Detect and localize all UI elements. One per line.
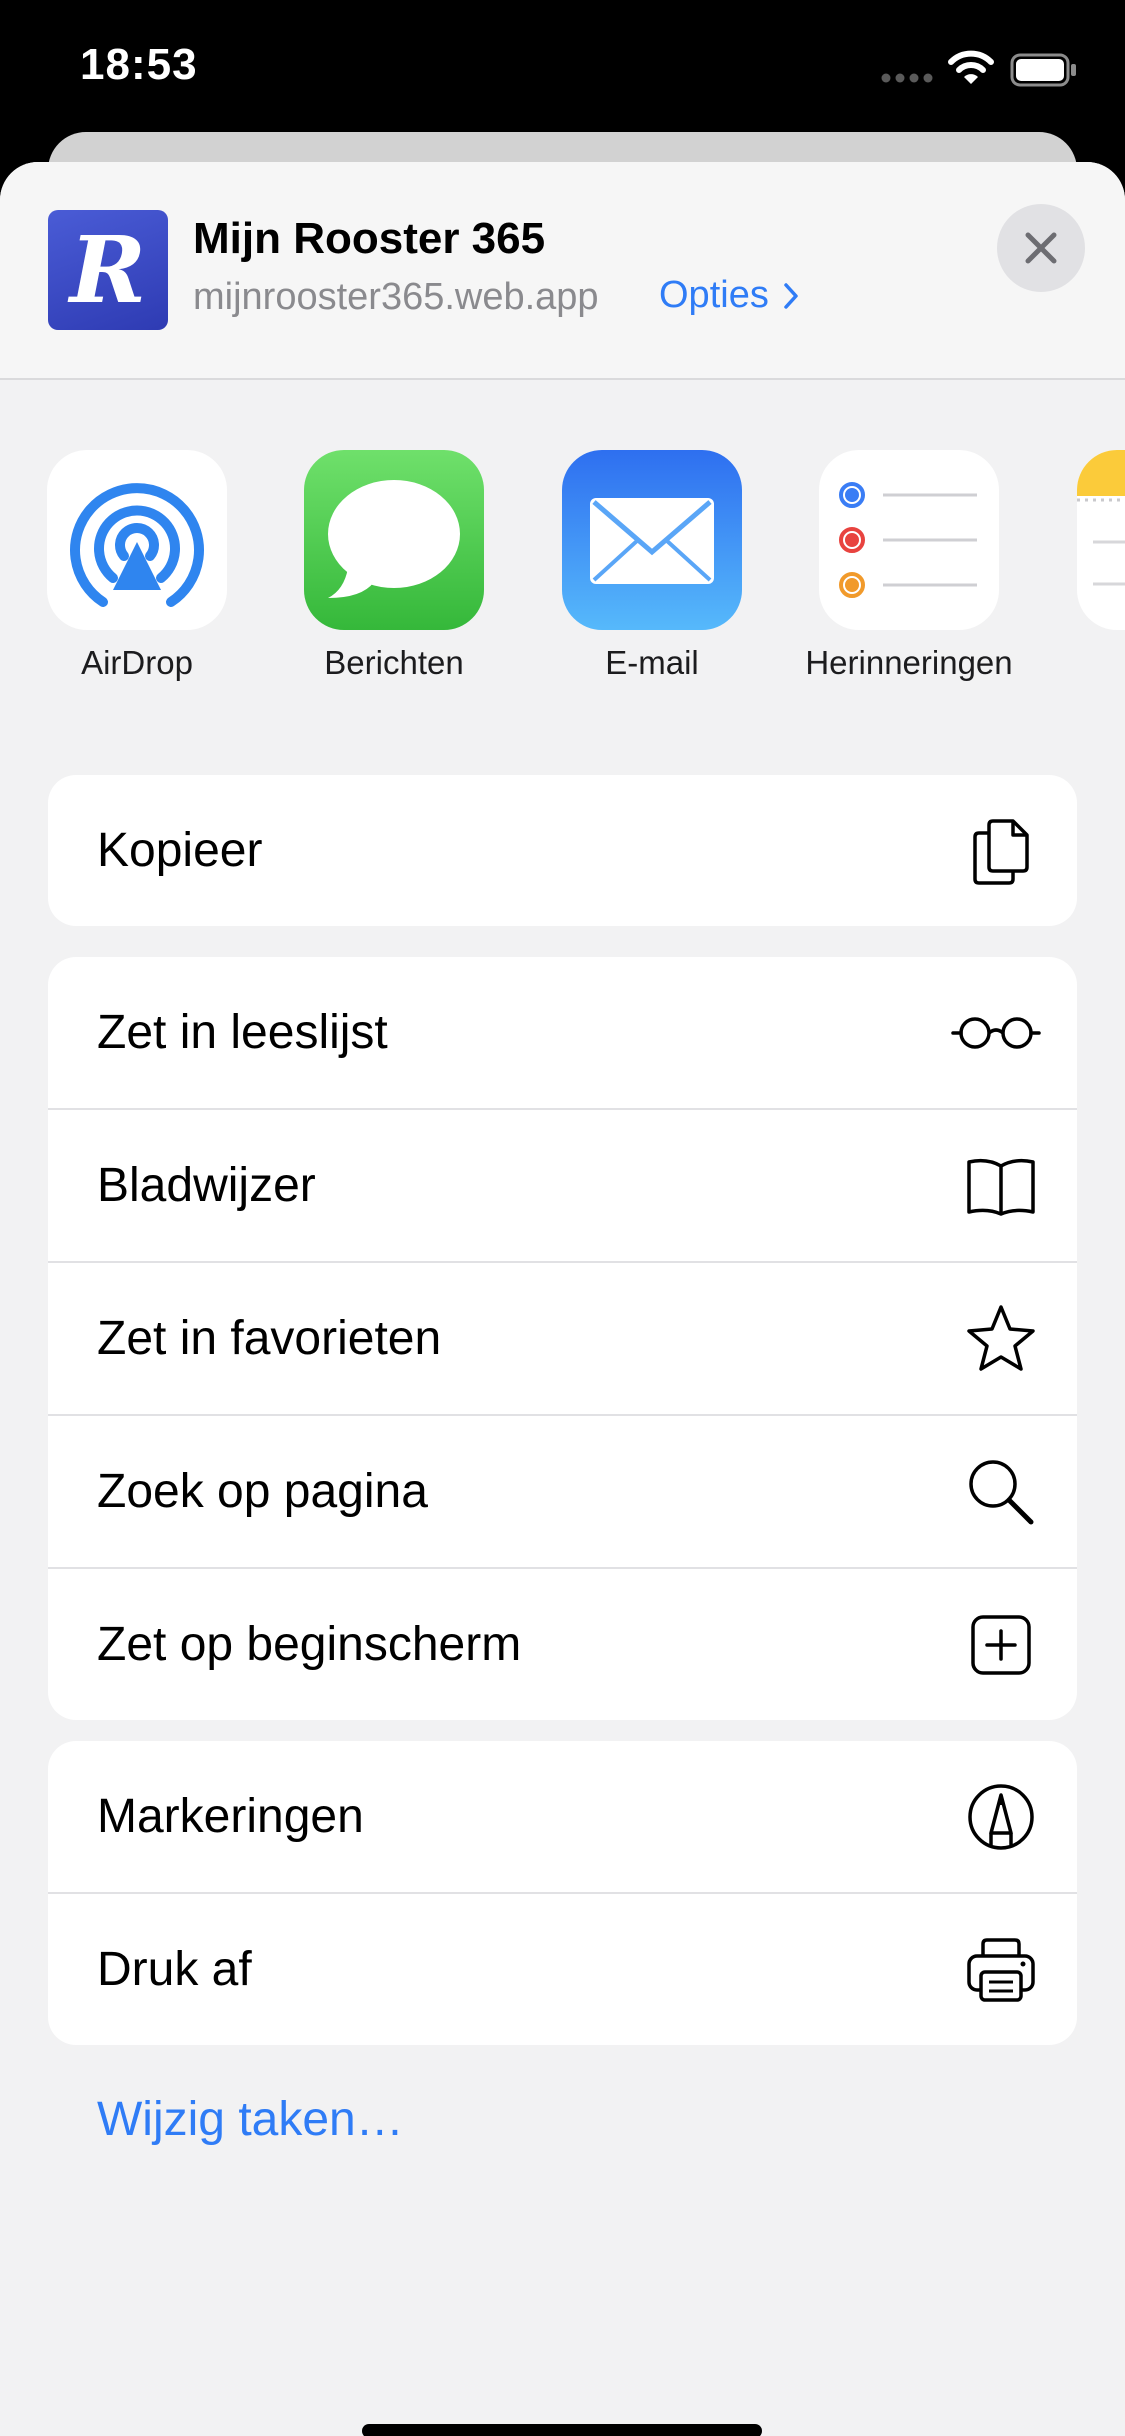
action-print[interactable]: Druk af xyxy=(48,1894,1077,2045)
chevron-right-icon xyxy=(784,282,798,309)
reminders-icon xyxy=(819,450,999,630)
action-markup[interactable]: Markeringen xyxy=(48,1741,1077,1894)
action-label: Zet op beginscherm xyxy=(97,1618,522,1671)
cellular-signal-icon xyxy=(881,73,933,83)
action-reading-list[interactable]: Zet in leeslijst xyxy=(48,957,1077,1110)
wifi-icon xyxy=(948,50,994,84)
action-label: Zet in leeslijst xyxy=(97,1006,388,1059)
markup-icon xyxy=(968,1784,1034,1850)
page-title: Mijn Rooster 365 xyxy=(193,214,546,263)
page-url: mijnrooster365.web.app xyxy=(193,276,599,318)
copy-icon xyxy=(973,819,1029,885)
action-label: Druk af xyxy=(97,1943,252,1996)
options-link[interactable]: Opties xyxy=(659,274,799,317)
add-square-icon xyxy=(971,1615,1031,1675)
home-indicator[interactable] xyxy=(362,2424,762,2436)
search-icon xyxy=(969,1460,1034,1525)
share-sheet: R Mijn Rooster 365 mijnrooster365.web.ap… xyxy=(0,162,1125,2436)
star-icon xyxy=(967,1305,1035,1371)
share-apps-row: AirDrop Berichten E-mail Herinneringen xyxy=(0,450,1125,690)
share-app-messages[interactable]: Berichten xyxy=(274,450,514,682)
actions-group-tools: Markeringen Druk af xyxy=(48,1741,1077,2045)
action-label: Kopieer xyxy=(97,824,263,877)
battery-icon xyxy=(1010,53,1076,87)
website-icon: R xyxy=(48,210,168,330)
action-bookmark[interactable]: Bladwijzer xyxy=(48,1110,1077,1263)
notes-icon xyxy=(1077,450,1125,630)
action-find-on-page[interactable]: Zoek op pagina xyxy=(48,1416,1077,1569)
airdrop-icon xyxy=(47,450,227,630)
actions-group-page: Zet in leeslijst Bladwijzer Zet in favor… xyxy=(48,957,1077,1720)
close-button[interactable] xyxy=(997,204,1085,292)
book-icon xyxy=(967,1158,1035,1216)
share-app-label: Herinneringen xyxy=(805,644,1013,681)
status-time: 18:53 xyxy=(80,40,198,89)
close-icon xyxy=(1025,232,1057,264)
action-favorites[interactable]: Zet in favorieten xyxy=(48,1263,1077,1416)
share-app-label: N xyxy=(1047,644,1125,682)
mail-icon xyxy=(562,450,742,630)
glasses-icon xyxy=(951,1017,1041,1049)
share-sheet-header: R Mijn Rooster 365 mijnrooster365.web.ap… xyxy=(0,162,1125,380)
status-bar: 18:53 xyxy=(0,0,1125,135)
options-label: Opties xyxy=(659,274,769,316)
action-copy[interactable]: Kopieer xyxy=(48,775,1077,926)
share-app-label: Berichten xyxy=(324,644,464,681)
printer-icon xyxy=(967,1938,1035,2002)
action-label: Zoek op pagina xyxy=(97,1465,428,1518)
messages-icon xyxy=(304,450,484,630)
share-app-airdrop[interactable]: AirDrop xyxy=(17,450,257,682)
share-app-label: E-mail xyxy=(605,644,699,681)
edit-actions-link[interactable]: Wijzig taken… xyxy=(97,2092,404,2147)
action-add-to-home-screen[interactable]: Zet op beginscherm xyxy=(48,1569,1077,1720)
action-label: Bladwijzer xyxy=(97,1159,316,1212)
share-app-label: AirDrop xyxy=(81,644,193,681)
share-app-mail[interactable]: E-mail xyxy=(532,450,772,682)
actions-group-copy: Kopieer xyxy=(48,775,1077,926)
share-app-reminders[interactable]: Herinneringen xyxy=(789,450,1029,682)
action-label: Zet in favorieten xyxy=(97,1312,442,1365)
share-app-notes[interactable]: N xyxy=(1047,450,1125,682)
action-label: Markeringen xyxy=(97,1790,364,1843)
